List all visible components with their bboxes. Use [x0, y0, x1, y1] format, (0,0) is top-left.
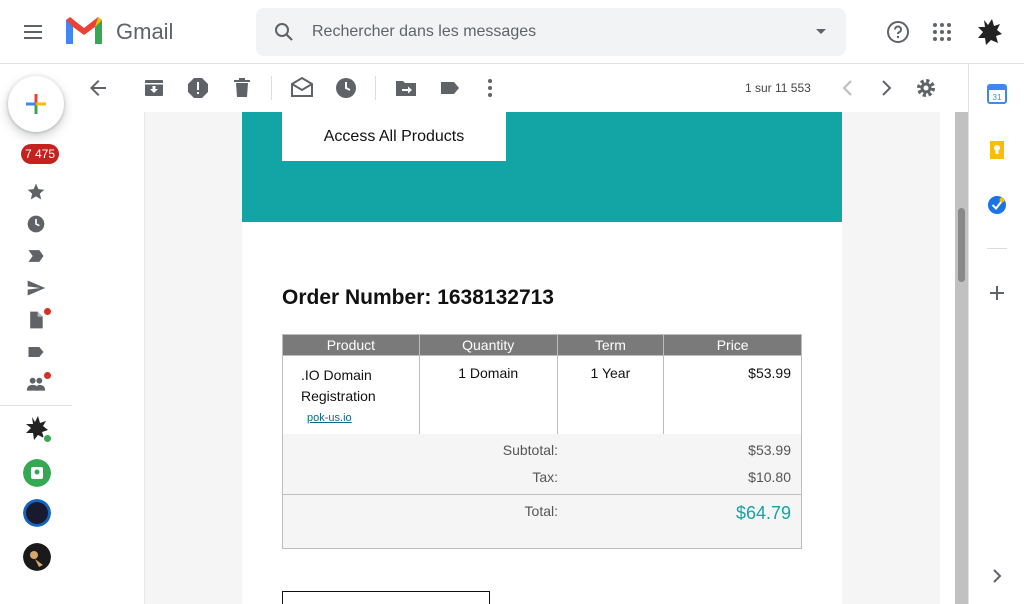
column-header: Term — [556, 334, 665, 356]
subtotal-label: Subtotal: — [502, 442, 558, 458]
total-label: Total: — [524, 503, 558, 519]
contact-avatar-3[interactable] — [23, 499, 51, 527]
term-cell: 1 Year — [556, 355, 665, 435]
tasks-icon[interactable] — [987, 195, 1007, 215]
message-toolbar: 1 sur 11 553 — [72, 64, 968, 112]
settings-gear-icon[interactable] — [914, 76, 938, 100]
gmail-logo-icon[interactable] — [64, 14, 104, 48]
product-name-line: .IO Domain — [301, 367, 372, 383]
side-panel-divider — [987, 248, 1007, 249]
order-table-header: Product Quantity Term Price — [282, 334, 802, 356]
older-chevron-icon[interactable] — [874, 76, 898, 100]
order-number-title: Order Number: 1638132713 — [282, 286, 554, 309]
delete-icon[interactable] — [230, 76, 254, 100]
contact-avatar-2[interactable] — [23, 459, 51, 487]
email-header-banner: Access All Products — [242, 112, 842, 222]
email-content-area: Access All Products Order Number: 163813… — [72, 112, 968, 604]
search-input[interactable] — [312, 20, 792, 44]
help-icon[interactable] — [886, 20, 910, 44]
subtotal-value: $53.99 — [748, 442, 791, 458]
email-secondary-button[interactable] — [282, 591, 490, 604]
app-title: Gmail — [116, 19, 174, 44]
svg-text:31: 31 — [993, 93, 1002, 102]
product-cell: .IO Domain Registration pok-us.io — [282, 355, 420, 435]
top-bar: Gmail — [0, 0, 1024, 64]
report-spam-icon[interactable] — [186, 76, 210, 100]
inbox-unread-badge[interactable]: 7 475 — [21, 144, 60, 164]
table-row: .IO Domain Registration pok-us.io 1 Doma… — [282, 355, 802, 435]
expand-panel-chevron-icon[interactable] — [987, 566, 1007, 586]
access-all-products-button[interactable]: Access All Products — [282, 112, 506, 161]
more-options-icon[interactable] — [478, 76, 502, 100]
domain-link[interactable]: pok-us.io — [307, 408, 419, 429]
tax-label: Tax: — [532, 469, 558, 485]
online-status-dot — [43, 434, 52, 443]
order-totals: Subtotal: $53.99 Tax: $10.80 Total: $64.… — [282, 434, 802, 549]
important-icon[interactable] — [26, 246, 46, 266]
toolbar-divider — [271, 76, 272, 100]
email-scrollbar[interactable] — [955, 112, 968, 604]
apps-grid-icon[interactable] — [930, 20, 954, 44]
compose-plus-icon — [26, 94, 46, 114]
nav-divider — [0, 405, 72, 406]
scrollbar-thumb[interactable] — [958, 208, 965, 282]
account-avatar[interactable] — [974, 16, 1006, 48]
move-to-icon[interactable] — [394, 76, 418, 100]
labels-icon[interactable] — [438, 76, 462, 100]
search-icon[interactable] — [272, 20, 296, 44]
social-notification-dot — [44, 372, 51, 379]
left-navigation: 7 475 — [0, 64, 72, 604]
column-header: Product — [282, 334, 420, 356]
drafts-notification-dot — [44, 308, 51, 315]
snoozed-icon[interactable] — [26, 214, 46, 234]
quantity-cell: 1 Domain — [418, 355, 558, 435]
social-icon[interactable] — [26, 374, 46, 394]
calendar-icon[interactable]: 31 — [987, 84, 1007, 104]
total-value: $64.79 — [735, 503, 791, 523]
sent-icon[interactable] — [26, 278, 46, 298]
main-menu-icon[interactable] — [24, 22, 48, 42]
message-pager: 1 sur 11 553 — [745, 81, 811, 95]
label-icon[interactable] — [26, 342, 46, 362]
snooze-icon[interactable] — [334, 76, 358, 100]
column-header: Quantity — [418, 334, 558, 356]
email-card: Access All Products Order Number: 163813… — [242, 112, 842, 604]
side-panel: 31 — [968, 64, 1024, 604]
order-table: Product Quantity Term Price .IO Domain R… — [282, 334, 802, 435]
product-name-line: Registration — [301, 388, 376, 404]
back-arrow-icon[interactable] — [86, 76, 110, 100]
contact-avatar-4[interactable] — [23, 543, 51, 571]
compose-button[interactable] — [8, 76, 64, 132]
tax-value: $10.80 — [748, 469, 791, 485]
column-header: Price — [663, 334, 802, 356]
mark-unread-icon[interactable] — [290, 76, 314, 100]
search-options-icon[interactable] — [816, 29, 826, 34]
totals-divider — [283, 494, 801, 495]
drafts-icon[interactable] — [26, 310, 46, 330]
archive-icon[interactable] — [142, 76, 166, 100]
search-bar[interactable] — [256, 8, 846, 56]
add-addon-plus-icon[interactable] — [987, 283, 1007, 303]
starred-icon[interactable] — [26, 182, 46, 202]
price-cell: $53.99 — [663, 355, 802, 435]
newer-chevron-icon[interactable] — [836, 76, 860, 100]
toolbar-divider — [375, 76, 376, 100]
keep-icon[interactable] — [987, 140, 1007, 160]
